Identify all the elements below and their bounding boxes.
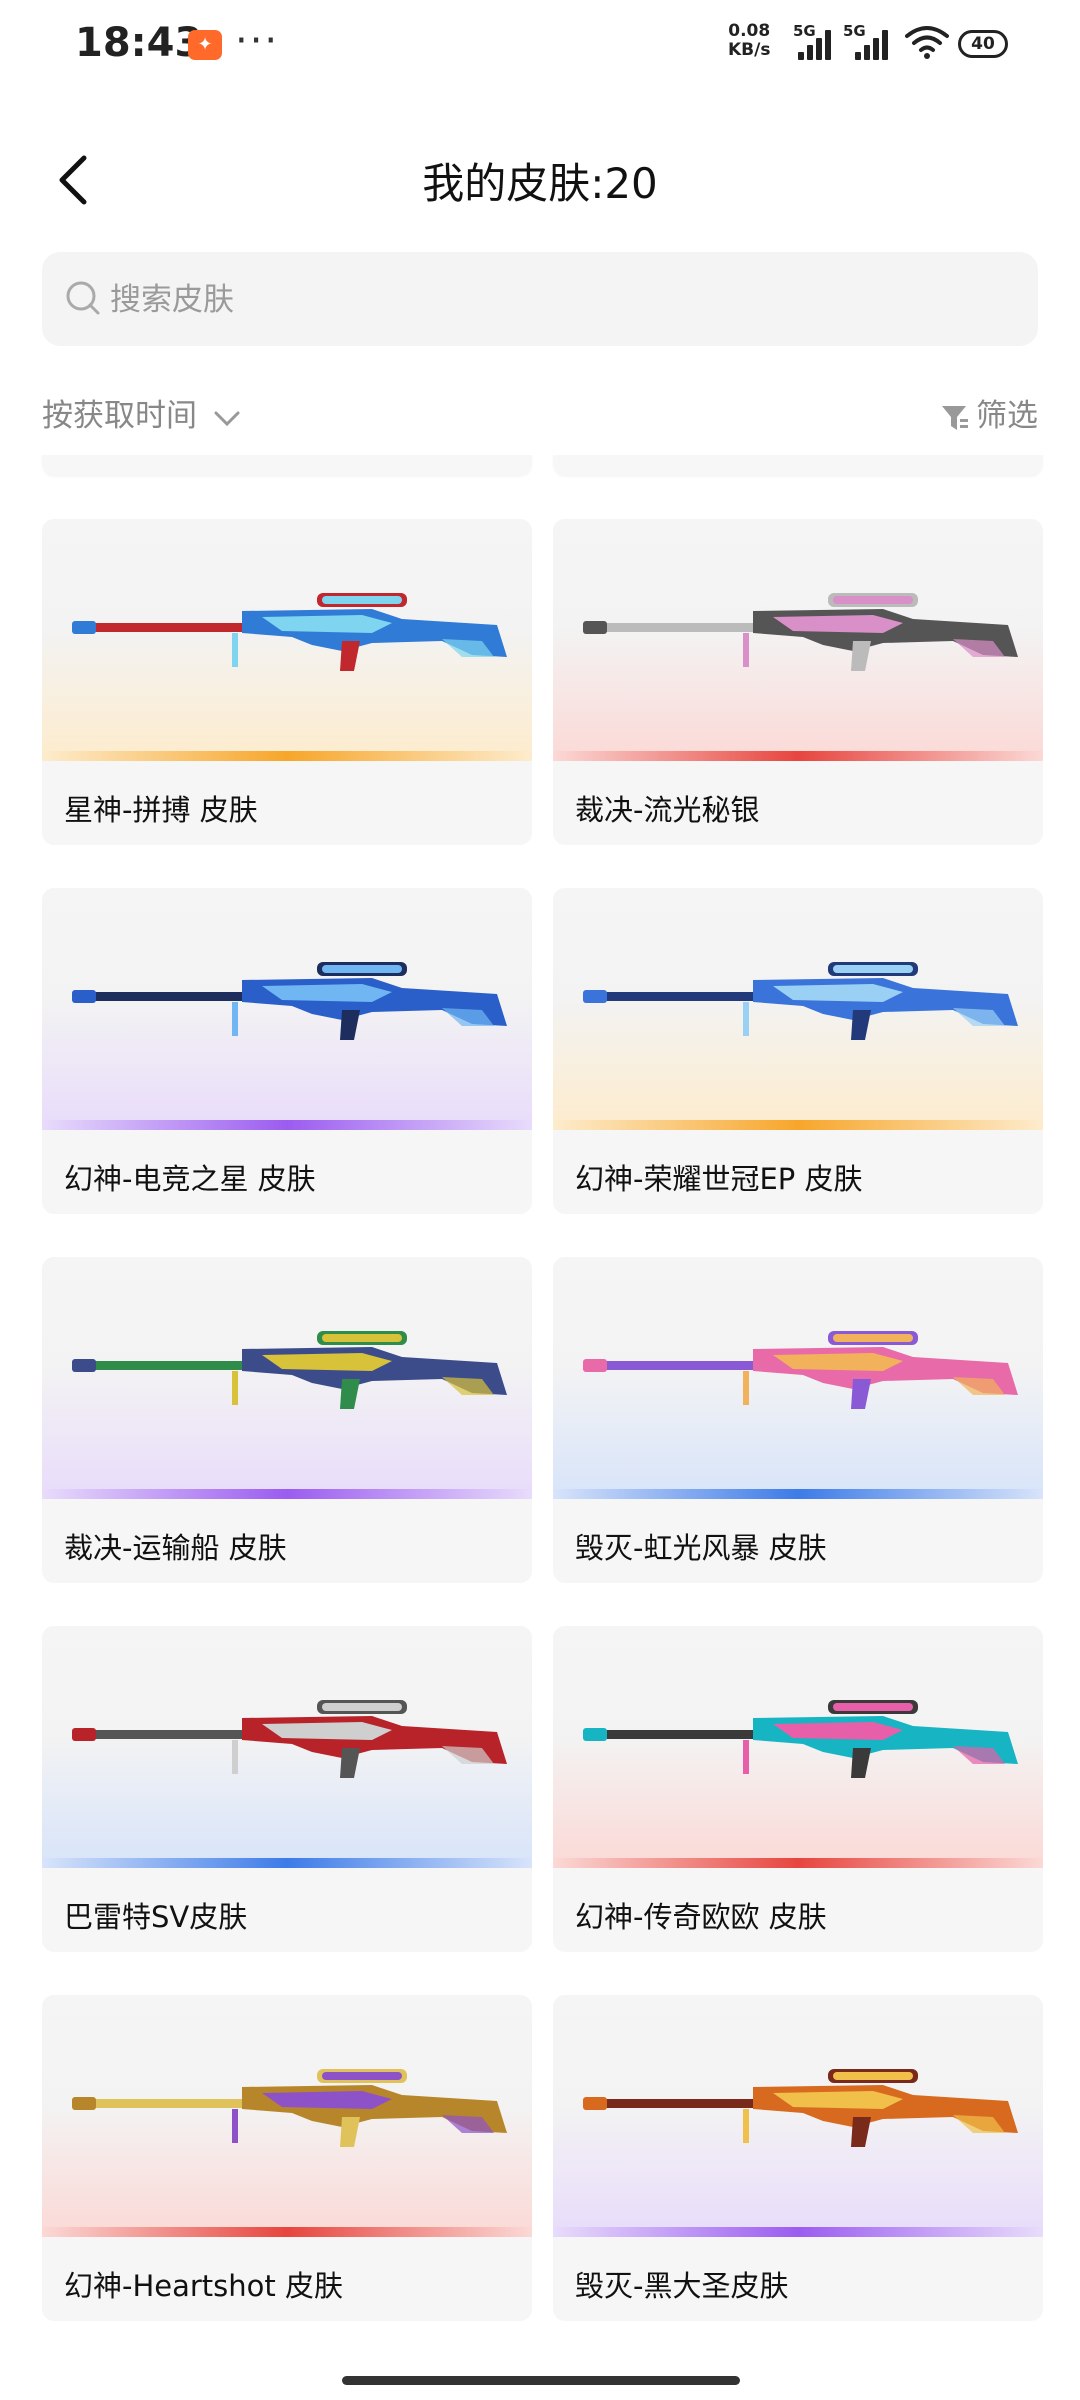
skin-name: 毁灭-虹光风暴 皮肤 xyxy=(575,1531,827,1565)
rarity-bar xyxy=(42,2227,532,2237)
weapon-skin-icon xyxy=(72,1331,507,1409)
partial-card[interactable] xyxy=(42,455,532,475)
skin-name: 毁灭-黑大圣皮肤 xyxy=(575,2269,789,2303)
signal-strength-2-icon xyxy=(855,26,895,60)
signal-strength-1-icon xyxy=(798,26,838,60)
weapon-skin-icon xyxy=(583,2069,1018,2147)
sort-label: 按获取时间 xyxy=(42,398,197,434)
more-notifications-icon: ··· xyxy=(235,18,280,64)
battery-indicator: 40 xyxy=(958,30,1008,58)
sort-dropdown[interactable]: 按获取时间 xyxy=(42,390,241,435)
skin-card[interactable]: 巴雷特SV皮肤 xyxy=(42,1626,532,1952)
partial-card[interactable] xyxy=(553,455,1043,475)
skin-card[interactable]: 毁灭-黑大圣皮肤 xyxy=(553,1995,1043,2321)
skin-name: 巴雷特SV皮肤 xyxy=(64,1900,248,1934)
status-bar: 18:43 ✦ ··· 0.08 KB/s 5G 5G 40 xyxy=(0,0,1080,90)
home-indicator[interactable] xyxy=(342,2376,740,2385)
chevron-down-icon xyxy=(214,411,240,426)
app-notification-icon: ✦ xyxy=(188,30,222,60)
skin-card[interactable]: 裁决-运输船 皮肤 xyxy=(42,1257,532,1583)
weapon-skin-icon xyxy=(72,1700,507,1778)
search-icon xyxy=(66,281,100,315)
skin-card[interactable]: 裁决-流光秘银 xyxy=(553,519,1043,845)
weapon-skin-icon xyxy=(583,962,1018,1040)
weapon-skin-icon xyxy=(583,1331,1018,1409)
rarity-bar xyxy=(42,1489,532,1499)
skin-name: 星神-拼搏 皮肤 xyxy=(64,793,258,827)
rarity-bar xyxy=(553,1489,1043,1499)
skin-name: 裁决-运输船 皮肤 xyxy=(64,1531,287,1565)
rarity-bar xyxy=(553,2227,1043,2237)
status-time: 18:43 xyxy=(75,20,203,66)
skin-name: 幻神-电竞之星 皮肤 xyxy=(64,1162,316,1196)
weapon-skin-icon xyxy=(72,2069,507,2147)
search-bar[interactable] xyxy=(42,252,1038,348)
network-speed: 0.08 KB/s xyxy=(728,22,770,60)
skin-card[interactable]: 幻神-荣耀世冠EP 皮肤 xyxy=(553,888,1043,1214)
rarity-bar xyxy=(42,751,532,761)
filter-button[interactable]: 筛选 xyxy=(940,390,1038,435)
weapon-skin-icon xyxy=(583,1700,1018,1778)
rarity-bar xyxy=(553,1120,1043,1130)
filter-icon xyxy=(942,405,968,430)
weapon-skin-icon xyxy=(583,593,1018,671)
skin-card[interactable]: 星神-拼搏 皮肤 xyxy=(42,519,532,845)
rarity-bar xyxy=(42,1858,532,1868)
skin-card[interactable]: 毁灭-虹光风暴 皮肤 xyxy=(553,1257,1043,1583)
rarity-bar xyxy=(553,751,1043,761)
skin-card[interactable]: 幻神-Heartshot 皮肤 xyxy=(42,1995,532,2321)
rarity-bar xyxy=(553,1858,1043,1868)
skin-name: 幻神-Heartshot 皮肤 xyxy=(64,2269,343,2303)
wifi-icon xyxy=(905,26,949,59)
skin-card[interactable]: 幻神-传奇欧欧 皮肤 xyxy=(553,1626,1043,1952)
rarity-bar xyxy=(42,1120,532,1130)
weapon-skin-icon xyxy=(72,962,507,1040)
weapon-skin-icon xyxy=(72,593,507,671)
network-speed-unit: KB/s xyxy=(728,40,771,60)
skin-card[interactable]: 幻神-电竞之星 皮肤 xyxy=(42,888,532,1214)
filter-label: 筛选 xyxy=(976,398,1038,434)
search-input[interactable] xyxy=(108,252,1012,348)
skin-name: 幻神-传奇欧欧 皮肤 xyxy=(575,1900,827,1934)
network-speed-value: 0.08 xyxy=(728,21,771,41)
skin-name: 裁决-流光秘银 xyxy=(575,793,760,827)
skin-name: 幻神-荣耀世冠EP 皮肤 xyxy=(575,1162,863,1196)
page-title: 我的皮肤:20 xyxy=(422,159,658,208)
